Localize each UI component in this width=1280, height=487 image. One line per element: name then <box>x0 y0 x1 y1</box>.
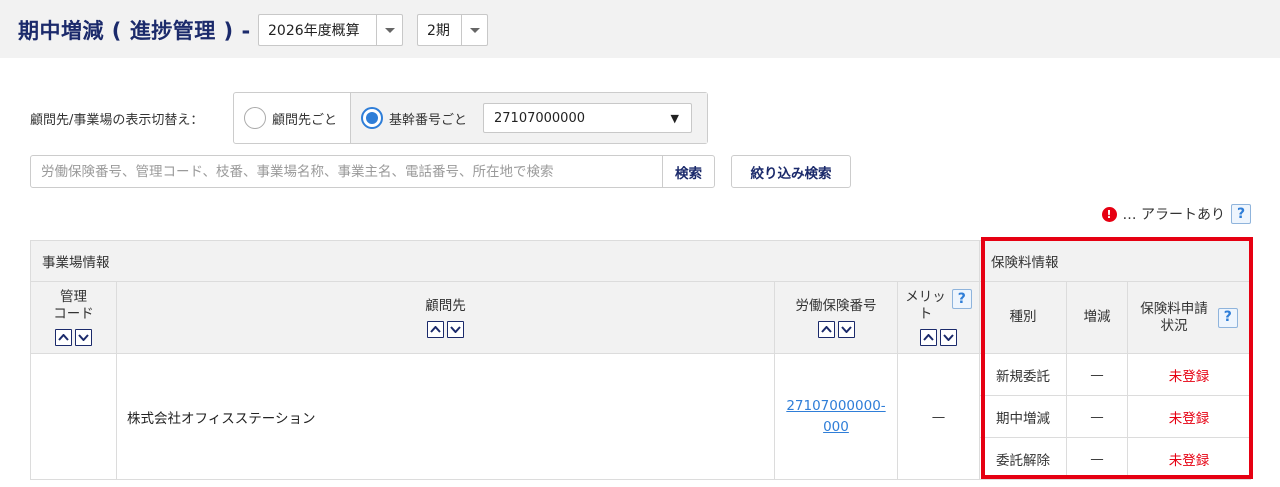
col-header-status: 保険料申請 状況 ? <box>1127 281 1251 354</box>
cell-change: — <box>1066 353 1128 396</box>
page-header: 期中増減 ( 進捗管理 ) - 2026年度概算 2期 <box>0 0 1280 58</box>
base-number-value: 27107000000 <box>494 110 585 126</box>
cell-kind: 新規委託 <box>979 353 1067 396</box>
sort-desc-icon[interactable] <box>75 329 92 346</box>
cell-insurance-no: 27107000000- 000 <box>774 353 898 480</box>
radio-client-label: 顧問先ごと <box>272 112 338 128</box>
base-number-select[interactable]: 27107000000 ▼ <box>483 103 693 133</box>
group-site-info: 事業場情報 <box>30 240 980 282</box>
col-merit-label: メリッ ト <box>905 289 946 322</box>
radio-base[interactable] <box>361 107 383 129</box>
sort-desc-icon[interactable] <box>837 320 855 338</box>
sort-desc-icon[interactable] <box>940 329 957 346</box>
chevron-down-icon[interactable] <box>461 15 487 45</box>
col-client-label: 顧問先 <box>425 297 466 314</box>
group-premium-info: 保険料情報 <box>979 240 1251 282</box>
search-button[interactable]: 検索 <box>662 156 714 187</box>
cell-code <box>30 353 117 480</box>
narrow-search-button[interactable]: 絞り込み検索 <box>731 155 851 188</box>
search-input[interactable] <box>31 156 662 187</box>
help-icon[interactable]: ? <box>951 289 972 309</box>
insurance-no-link[interactable]: 27107000000- 000 <box>786 396 885 438</box>
cell-kind: 期中増減 <box>979 395 1067 438</box>
col-header-kind: 種別 <box>979 281 1067 354</box>
cell-kind: 委託解除 <box>979 437 1067 480</box>
sort-asc-icon[interactable] <box>55 329 72 346</box>
period-dropdown[interactable]: 2期 <box>417 14 488 46</box>
help-icon[interactable]: ? <box>1231 204 1251 224</box>
col-header-insurance-no: 労働保険番号 <box>774 281 898 354</box>
col-header-client: 顧問先 <box>116 281 775 354</box>
triangle-down-icon: ▼ <box>670 111 680 125</box>
radio-client[interactable] <box>244 107 266 129</box>
cell-change: — <box>1066 395 1128 438</box>
cell-status: 未登録 <box>1127 353 1251 396</box>
radio-base-label: 基幹番号ごと <box>389 112 468 128</box>
alert-legend: ! … アラートあり ? <box>1101 204 1251 224</box>
col-header-code: 管理 コード <box>30 281 117 354</box>
display-switch-group: 顧問先ごと 基幹番号ごと 27107000000 ▼ <box>233 92 708 144</box>
table-row: 株式会社オフィスステーション 27107000000- 000 — 新規委託 —… <box>30 353 1251 480</box>
col-status-label: 保険料申請 状況 <box>1140 300 1208 334</box>
chevron-down-icon[interactable] <box>376 15 402 45</box>
search-box: 検索 <box>30 155 715 188</box>
sort-asc-icon[interactable] <box>920 329 937 346</box>
radio-client-option[interactable]: 顧問先ごと <box>234 93 351 143</box>
sort-asc-icon[interactable] <box>817 320 835 338</box>
fiscal-year-dropdown[interactable]: 2026年度概算 <box>258 14 403 46</box>
col-header-change: 増減 <box>1066 281 1128 354</box>
cell-merit: — <box>897 353 980 480</box>
col-code-label: 管理 コード <box>53 289 94 322</box>
cell-status: 未登録 <box>1127 395 1251 438</box>
site-table: 事業場情報 保険料情報 管理 コード 顧問先 労働保険番号 メリッ ト ? 種別… <box>30 240 1251 480</box>
fiscal-year-value: 2026年度概算 <box>268 23 360 39</box>
col-header-merit: メリッ ト ? <box>897 281 980 354</box>
help-icon[interactable]: ? <box>1217 307 1238 328</box>
period-value: 2期 <box>427 23 450 39</box>
cell-status: 未登録 <box>1127 437 1251 480</box>
sort-desc-icon[interactable] <box>447 320 464 338</box>
cell-change: — <box>1066 437 1128 480</box>
sort-asc-icon[interactable] <box>427 320 444 338</box>
display-switch-label: 顧問先/事業場の表示切替え： <box>30 113 204 128</box>
cell-client: 株式会社オフィスステーション <box>116 353 775 480</box>
radio-base-option[interactable]: 基幹番号ごと 27107000000 ▼ <box>351 93 707 143</box>
alert-icon: ! <box>1101 206 1117 222</box>
col-insurance-no-label: 労働保険番号 <box>795 297 877 314</box>
page-title: 期中増減 ( 進捗管理 ) - <box>18 19 251 43</box>
alert-legend-text: … アラートあり <box>1122 207 1225 223</box>
